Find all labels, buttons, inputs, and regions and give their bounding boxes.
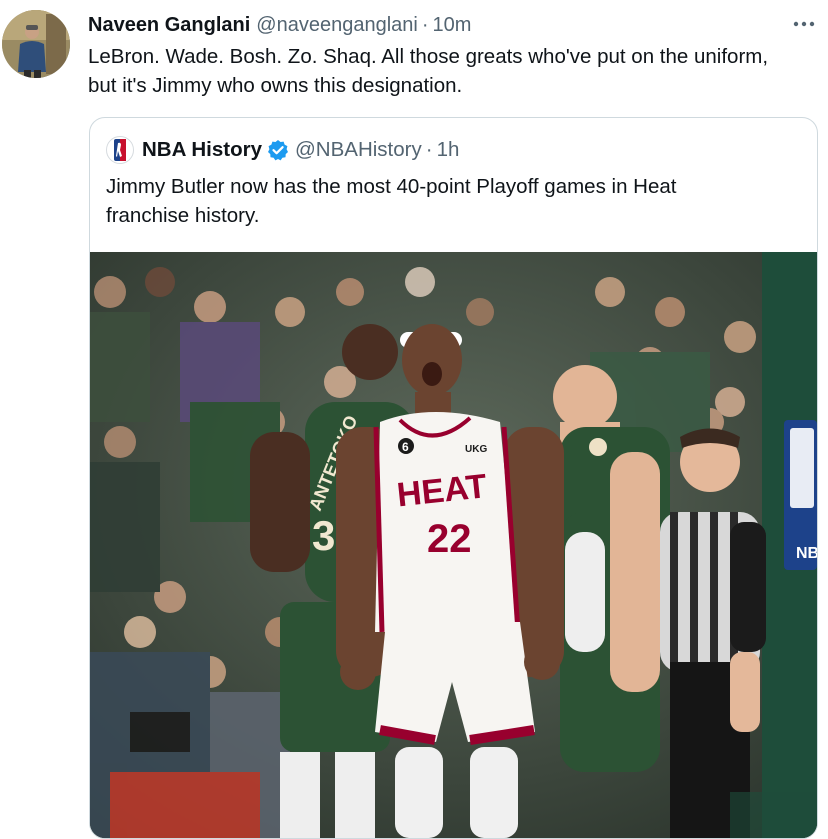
quote-text: Jimmy Butler now has the most 40-point P…: [106, 175, 677, 227]
quote-author-handle[interactable]: @NBAHistory: [295, 138, 422, 162]
basketball-photo: NB ANTETOKO 3 HEAT 22 6 UKG: [90, 252, 817, 838]
author-handle[interactable]: @naveenganglani: [256, 14, 418, 37]
quote-photo[interactable]: NB ANTETOKO 3 HEAT 22 6 UKG: [90, 252, 817, 838]
verified-badge-icon: [267, 139, 289, 161]
author-avatar[interactable]: [2, 10, 70, 78]
quoted-tweet[interactable]: NBA History @NBAHistory · 1h Jimmy Butle…: [89, 117, 818, 839]
jersey-number: 22: [427, 517, 472, 561]
court-sign-text: NB: [796, 545, 817, 562]
jersey-patch: 6: [402, 440, 409, 454]
more-dots-icon: [793, 21, 815, 27]
tweet-header: Naveen Ganglani @naveenganglani · 10m: [88, 12, 471, 38]
tweet-text: LeBron. Wade. Bosh. Zo. Shaq. All those …: [88, 45, 769, 97]
more-options-button[interactable]: [790, 12, 818, 36]
quote-avatar[interactable]: [106, 136, 134, 164]
opponent-jersey-number: 3: [312, 512, 335, 559]
tweet-timestamp[interactable]: 10m: [433, 14, 472, 37]
quote-author-name[interactable]: NBA History: [142, 138, 262, 162]
quote-separator-dot: ·: [425, 138, 433, 161]
author-name[interactable]: Naveen Ganglani: [88, 14, 250, 37]
jersey-sponsor: UKG: [465, 444, 487, 455]
quote-timestamp[interactable]: 1h: [437, 138, 460, 162]
avatar-image: [2, 10, 70, 78]
separator-dot: ·: [421, 13, 429, 36]
quote-header: NBA History @NBAHistory · 1h: [106, 136, 459, 164]
nba-logo-icon: [114, 139, 126, 161]
